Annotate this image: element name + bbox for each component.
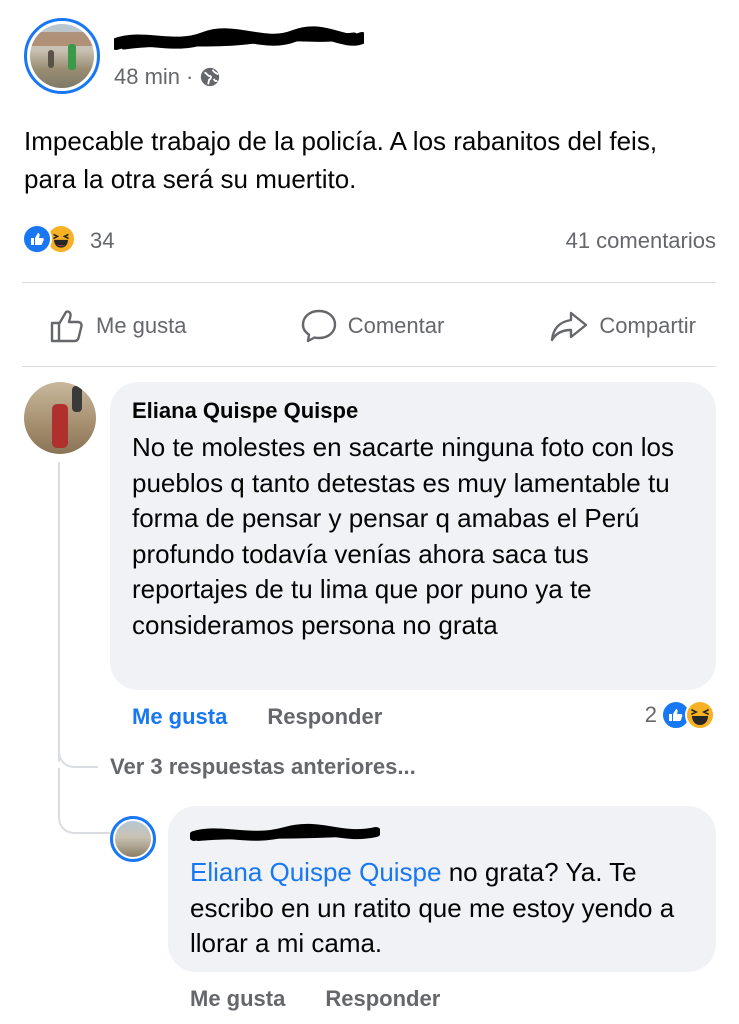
post-header: 48 min · [24, 18, 724, 98]
reply-bubble: Eliana Quispe Quispe no grata? Ya. Te es… [168, 806, 716, 972]
meta-separator: · [186, 64, 194, 89]
author-avatar[interactable] [24, 18, 100, 94]
reply-reply-button[interactable]: Responder [325, 986, 440, 1012]
reply-actions: Me gusta Responder [190, 986, 440, 1012]
author-name-redacted[interactable] [114, 26, 364, 52]
post-actions: Me gusta Comentar Compartir [22, 290, 716, 362]
comment-bubble: Eliana Quispe Quispe No te molestes en s… [110, 382, 716, 690]
reactions-count[interactable]: 34 [90, 228, 114, 254]
comment-reactions[interactable]: 2 [645, 700, 715, 730]
comment-reactions-count: 2 [644, 702, 657, 727]
reply-text: Eliana Quispe Quispe no grata? Ya. Te es… [190, 855, 694, 962]
share-icon [551, 311, 588, 342]
reply-mention[interactable]: Eliana Quispe Quispe [190, 857, 441, 887]
comment-reply-button[interactable]: Responder [267, 704, 382, 730]
like-outline-icon [50, 310, 83, 343]
share-button[interactable]: Compartir [480, 290, 716, 362]
comment-button[interactable]: Comentar [264, 290, 480, 362]
view-previous-replies[interactable]: Ver 3 respuestas anteriores... [110, 754, 416, 780]
thread-line [58, 462, 60, 762]
comment-like-button[interactable]: Me gusta [132, 704, 227, 730]
comment-label: Comentar [347, 313, 445, 338]
haha-reaction-icon [685, 700, 715, 730]
share-label: Compartir [599, 313, 696, 338]
reactions-summary[interactable]: 34 41 comentarios [22, 222, 716, 258]
post-time[interactable]: 48 min [114, 64, 180, 90]
comment-actions: Me gusta Responder [132, 704, 382, 730]
comment-text: No te molestes en sacarte ninguna foto c… [132, 432, 674, 640]
like-label: Me gusta [96, 313, 187, 338]
thread-connector [58, 740, 98, 768]
post-text: Impecable trabajo de la policía. A los r… [24, 126, 658, 194]
thread-connector [58, 800, 110, 834]
reaction-icons [22, 224, 76, 254]
like-button[interactable]: Me gusta [22, 290, 264, 362]
reply-author-avatar[interactable] [110, 816, 156, 862]
divider [22, 366, 716, 367]
divider [22, 282, 716, 283]
comment-icon [301, 309, 336, 343]
post-meta: 48 min · [114, 64, 221, 90]
reply-author-redacted[interactable] [189, 820, 381, 848]
globe-icon [201, 67, 220, 87]
commenter-avatar[interactable] [24, 382, 96, 454]
reply-like-button[interactable]: Me gusta [190, 986, 285, 1012]
like-reaction-icon [22, 224, 52, 254]
comment-author[interactable]: Eliana Quispe Quispe [132, 396, 694, 426]
comments-count[interactable]: 41 comentarios [566, 228, 716, 254]
